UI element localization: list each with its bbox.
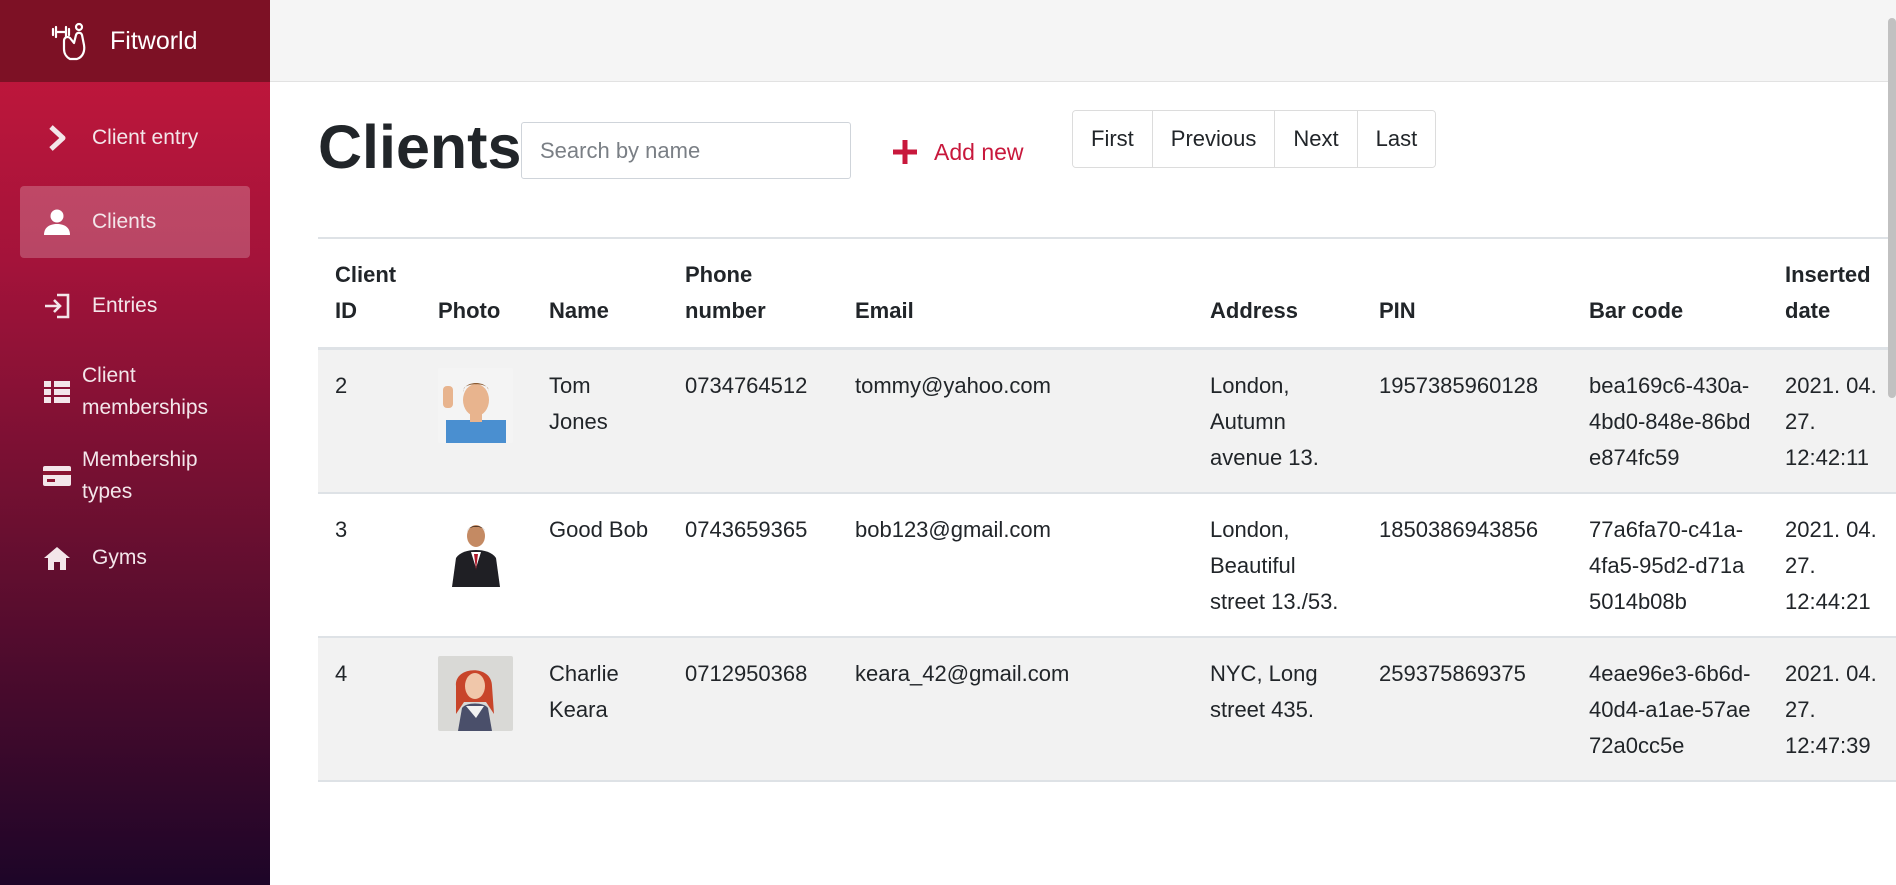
- sidebar-nav: Client entry Clients Entries Client memb…: [0, 82, 270, 594]
- chevron-right-icon: [42, 123, 72, 153]
- person-icon: [42, 207, 72, 237]
- previous-page-button[interactable]: Previous: [1152, 111, 1276, 167]
- column-header-address[interactable]: Address: [1193, 239, 1362, 350]
- client-id-cell: 3: [318, 493, 421, 638]
- brand[interactable]: Fitworld: [0, 0, 270, 82]
- table-row[interactable]: 3 Good Bob 0743659365 bob123@gmail.com L…: [318, 493, 1896, 638]
- sidebar-item-gyms[interactable]: Gyms: [20, 522, 250, 594]
- page-title: Clients: [318, 113, 522, 181]
- bar-code-cell: bea169c6-430a-4bd0-848e-86bde874fc59: [1572, 348, 1768, 494]
- list-icon: [42, 377, 72, 407]
- sign-in-icon: [42, 291, 72, 321]
- address-cell: NYC, Long street 435.: [1193, 637, 1362, 782]
- sidebar-item-entries[interactable]: Entries: [20, 270, 250, 342]
- column-header-phone[interactable]: Phone number: [668, 239, 838, 350]
- column-header-inserted-date[interactable]: Inserted date: [1768, 239, 1896, 350]
- column-header-bar-code[interactable]: Bar code: [1572, 239, 1768, 350]
- client-id-cell: 4: [318, 637, 421, 782]
- client-photo: [438, 368, 513, 443]
- next-page-button[interactable]: Next: [1275, 111, 1358, 167]
- home-icon: [42, 543, 72, 573]
- name-cell: Good Bob: [532, 493, 668, 638]
- table-header-row: Client ID Photo Name Phone number Email …: [318, 239, 1896, 350]
- bar-code-cell: 77a6fa70-c41a-4fa5-95d2-d71a5014b08b: [1572, 493, 1768, 638]
- client-photo: [438, 656, 513, 731]
- sidebar-item-client-entry[interactable]: Client entry: [20, 102, 250, 174]
- first-page-button[interactable]: First: [1073, 111, 1153, 167]
- column-header-name[interactable]: Name: [532, 239, 668, 350]
- pin-cell: 1957385960128: [1362, 348, 1572, 494]
- app-name: Fitworld: [110, 26, 198, 55]
- bar-code-cell: 4eae96e3-6b6d-40d4-a1ae-57ae72a0cc5e: [1572, 637, 1768, 782]
- phone-cell: 0743659365: [668, 493, 838, 638]
- sidebar-item-membership-types[interactable]: Membership types: [20, 438, 250, 514]
- search-input[interactable]: [521, 122, 851, 179]
- phone-cell: 0712950368: [668, 637, 838, 782]
- photo-cell: [421, 637, 532, 782]
- add-new-button[interactable]: Add new: [892, 130, 1024, 174]
- sidebar-item-client-memberships[interactable]: Client memberships: [20, 354, 250, 430]
- name-cell: Charlie Keara: [532, 637, 668, 782]
- sidebar-item-label: Entries: [92, 294, 158, 317]
- clients-table: Client ID Photo Name Phone number Email …: [318, 237, 1896, 782]
- column-header-email[interactable]: Email: [838, 239, 1193, 350]
- address-cell: London, Autumn avenue 13.: [1193, 348, 1362, 494]
- last-page-button[interactable]: Last: [1357, 111, 1436, 167]
- inserted-date-cell: 2021. 04. 27. 12:47:39: [1768, 637, 1896, 782]
- email-cell: bob123@gmail.com: [838, 493, 1193, 638]
- sidebar-item-clients[interactable]: Clients: [20, 186, 250, 258]
- add-new-label: Add new: [934, 138, 1024, 165]
- sidebar-item-label: Gyms: [92, 546, 147, 569]
- photo-cell: [421, 493, 532, 638]
- column-header-photo[interactable]: Photo: [421, 239, 532, 350]
- plus-icon: [892, 139, 918, 165]
- pin-cell: 1850386943856: [1362, 493, 1572, 638]
- photo-cell: [421, 348, 532, 494]
- phone-cell: 0734764512: [668, 348, 838, 494]
- name-cell: Tom Jones: [532, 348, 668, 494]
- column-header-pin[interactable]: PIN: [1362, 239, 1572, 350]
- pagination: First Previous Next Last: [1072, 110, 1437, 168]
- fitworld-logo-icon: [50, 19, 94, 63]
- vertical-scrollbar[interactable]: [1888, 18, 1896, 398]
- email-cell: keara_42@gmail.com: [838, 637, 1193, 782]
- sidebar-item-label: Clients: [92, 210, 157, 233]
- email-cell: tommy@yahoo.com: [838, 348, 1193, 494]
- sidebar-item-label: Client entry: [92, 126, 199, 149]
- credit-card-icon: [42, 461, 72, 491]
- column-header-client-id[interactable]: Client ID: [318, 239, 421, 350]
- client-photo: [438, 512, 513, 587]
- inserted-date-cell: 2021. 04. 27. 12:44:21: [1768, 493, 1896, 638]
- table-row[interactable]: 4 Charlie Keara 0712950368 keara_42@gmai…: [318, 637, 1896, 782]
- sidebar: Fitworld Client entry Clients Entries Cl…: [0, 0, 270, 885]
- table-row[interactable]: 2 Tom Jones 0734764512 tommy@yahoo.com L…: [318, 348, 1896, 494]
- address-cell: London, Beautiful street 13./53.: [1193, 493, 1362, 638]
- sidebar-item-label: Client memberships: [82, 364, 209, 419]
- pin-cell: 259375869375: [1362, 637, 1572, 782]
- main-content: Clients Add new First Previous Next Last…: [318, 82, 1896, 885]
- inserted-date-cell: 2021. 04. 27. 12:42:11: [1768, 348, 1896, 494]
- top-bar: [270, 0, 1896, 82]
- sidebar-item-label: Membership types: [82, 448, 198, 503]
- client-id-cell: 2: [318, 348, 421, 494]
